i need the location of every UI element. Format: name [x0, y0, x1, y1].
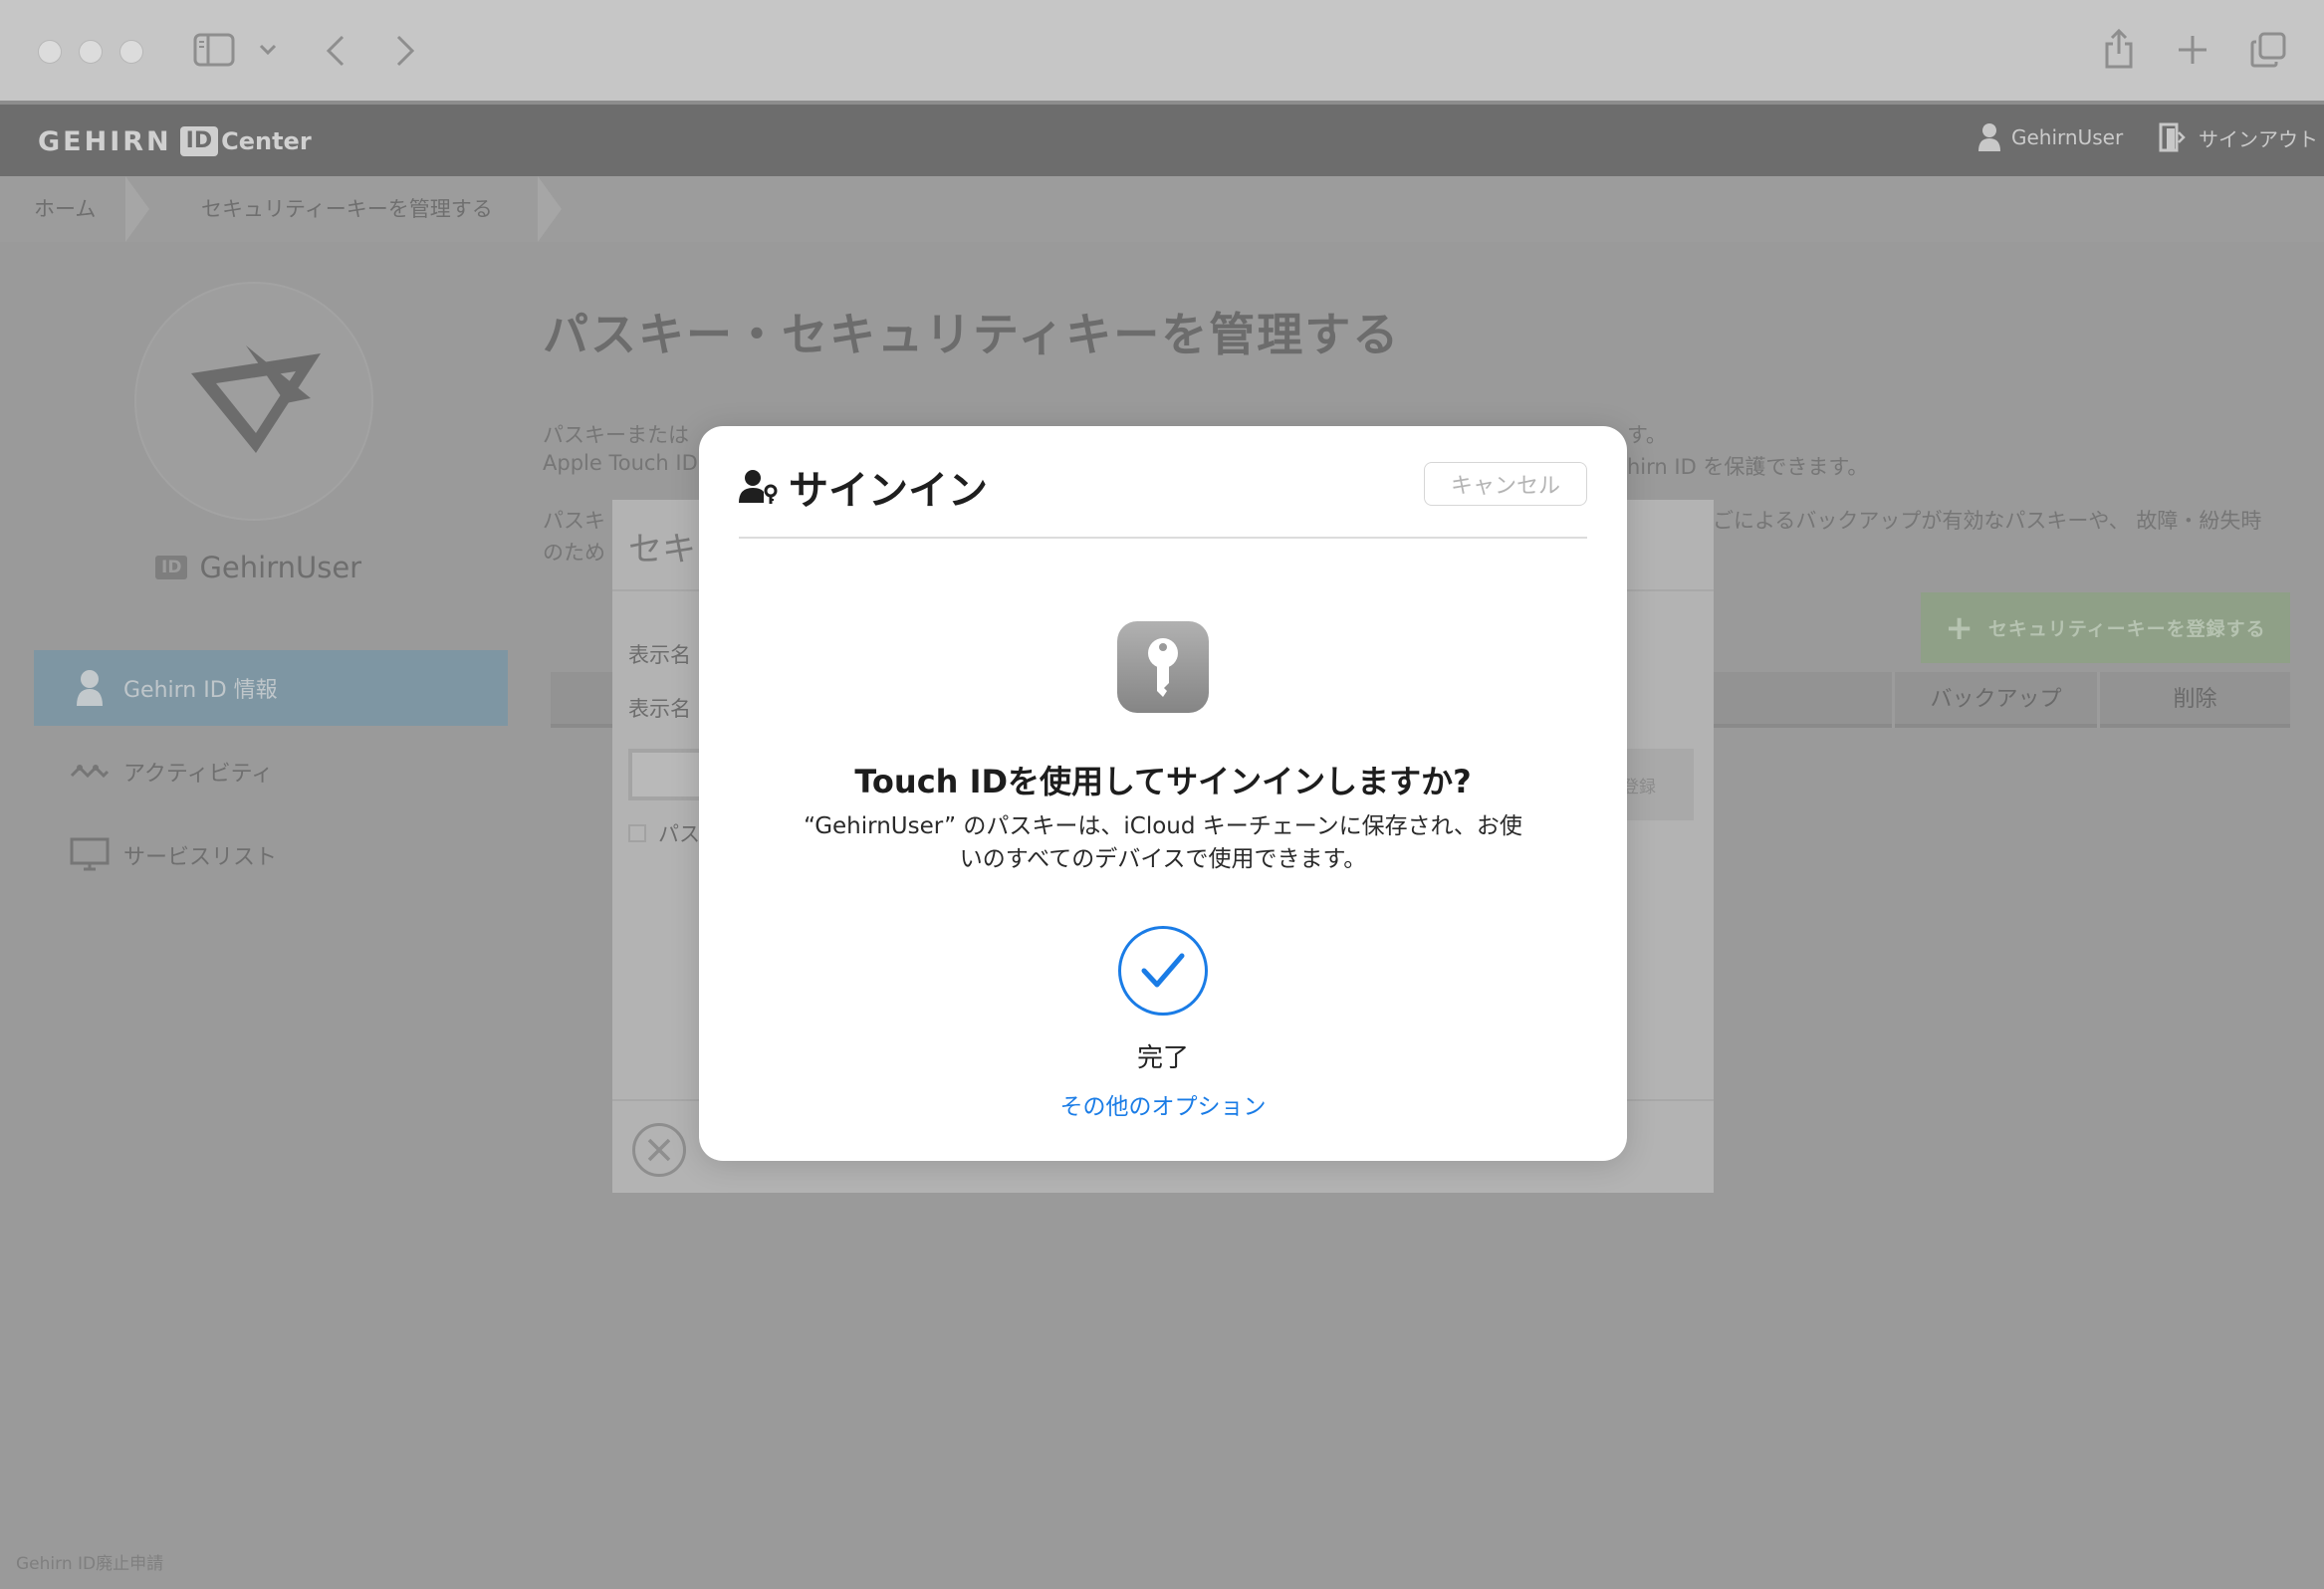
sidebar-icon[interactable] — [193, 33, 235, 67]
browser-toolbar — [0, 0, 2324, 105]
done-checkmark — [1118, 926, 1208, 1016]
sidebar-user: ID GehirnUser — [155, 551, 361, 584]
chevron-down-icon[interactable] — [259, 44, 277, 56]
minimize-window-button[interactable] — [79, 40, 103, 64]
dialog-title: セキ — [628, 530, 696, 569]
description-text: Apple Touch ID — [543, 451, 698, 475]
sheet-header: サインイン キャンセル — [739, 426, 1587, 539]
breadcrumb-home[interactable]: ホーム — [34, 176, 96, 242]
description-text: す。 — [1627, 423, 1667, 447]
checkmark-icon — [1141, 953, 1185, 988]
sidebar-item-label: アクティビティ — [123, 762, 274, 787]
close-icon — [647, 1138, 671, 1162]
signout-icon — [2159, 122, 2187, 152]
zoom-window-button[interactable] — [119, 40, 143, 64]
column-header-delete: 削除 — [2097, 672, 2290, 728]
passkey-signin-sheet: サインイン キャンセル Touch IDを使用してサインインしますか? “Geh… — [699, 426, 1627, 1161]
share-icon[interactable] — [2103, 28, 2135, 70]
page-title: パスキー・セキュリティキーを管理する — [543, 308, 1401, 361]
sidebar-item-gehirn-id-info[interactable]: Gehirn ID 情報 — [34, 650, 508, 726]
register-security-key-button[interactable]: + セキュリティーキーを登録する — [1921, 592, 2290, 663]
back-icon[interactable] — [325, 34, 347, 68]
tabs-overview-icon[interactable] — [2250, 32, 2286, 68]
breadcrumb: ホーム セキュリティーキーを管理する — [0, 176, 2324, 242]
sidebar-item-label: サービスリスト — [123, 845, 278, 870]
sheet-description: “GehirnUser” のパスキーは、iCloud キーチェーンに保存され、お… — [699, 810, 1627, 876]
signout-link[interactable]: サインアウト — [2159, 122, 2318, 152]
sheet-description-line: “GehirnUser” のパスキーは、iCloud キーチェーンに保存され、お… — [804, 813, 1522, 839]
app-header: GEHIRN ID Center — [0, 105, 2324, 176]
gehirn-logo-icon — [191, 345, 321, 453]
sidebar-username: GehirnUser — [199, 551, 362, 584]
logo-id-badge: ID — [179, 126, 219, 156]
sheet-title: サインイン — [739, 458, 988, 516]
description-text: のため — [543, 541, 605, 565]
sidebar-item-service-list[interactable]: サービスリスト — [34, 817, 508, 893]
description-text: ごによるバックアップが有効なパスキーや、 故障・紛失時 — [1713, 509, 2262, 533]
gehirn-id-center-logo[interactable]: GEHIRN ID Center — [38, 125, 312, 157]
close-window-button[interactable] — [38, 40, 62, 64]
new-tab-icon[interactable] — [2177, 34, 2208, 66]
forward-icon[interactable] — [394, 34, 416, 68]
display-name-label: 表示名 — [628, 643, 691, 667]
passkey-checkbox[interactable] — [628, 824, 646, 842]
sidebar-item-label: Gehirn ID 情報 — [123, 678, 278, 703]
breadcrumb-separator — [125, 176, 149, 242]
sheet-heading: Touch IDを使用してサインインしますか? — [854, 763, 1472, 800]
monitor-icon — [70, 837, 110, 873]
sheet-title-label: サインイン — [789, 468, 988, 514]
logo-word: GEHIRN — [38, 125, 172, 157]
description-text: hirn ID を保護できます。 — [1627, 455, 1869, 479]
passkey-checkbox-label: パス — [658, 822, 700, 846]
header-user-link[interactable]: GehirnUser — [1977, 122, 2123, 152]
description-text: パスキ — [543, 509, 605, 533]
person-key-icon — [739, 469, 779, 505]
plus-icon: + — [1945, 607, 1975, 648]
sidebar-user-badge: ID — [155, 556, 188, 579]
passkey-checkbox-row[interactable]: パス — [628, 818, 700, 848]
breadcrumb-current: セキュリティーキーを管理する — [201, 197, 493, 221]
display-name-label: 表示名 — [628, 697, 691, 721]
person-icon — [70, 669, 110, 707]
register-security-key-label: セキュリティーキーを登録する — [1987, 618, 2266, 640]
keychain-key-icon — [1117, 621, 1209, 713]
breadcrumb-separator — [538, 176, 562, 242]
activity-icon — [70, 762, 110, 782]
sidebar-item-activity[interactable]: アクティビティ — [34, 734, 508, 809]
cancel-button[interactable]: キャンセル — [1424, 462, 1587, 506]
avatar — [134, 282, 373, 521]
signout-label: サインアウト — [2199, 126, 2318, 151]
description-text: パスキーまたは — [543, 423, 689, 447]
logo-center: Center — [221, 127, 312, 155]
sheet-description-line: いのすべてのデバイスで使用できます。 — [959, 846, 1367, 872]
column-header-backup: バックアップ — [1892, 672, 2097, 728]
person-icon — [1977, 122, 2001, 152]
done-label: 完了 — [1136, 1043, 1189, 1073]
header-username: GehirnUser — [2011, 125, 2124, 149]
other-options-link[interactable]: その他のオプション — [699, 1087, 1627, 1121]
sidebar: ID GehirnUser Gehirn ID 情報 アクティビティ サービスリ… — [0, 242, 508, 1589]
close-dialog-button[interactable] — [632, 1123, 686, 1177]
delete-id-link[interactable]: Gehirn ID廃止申請 — [16, 1549, 163, 1574]
